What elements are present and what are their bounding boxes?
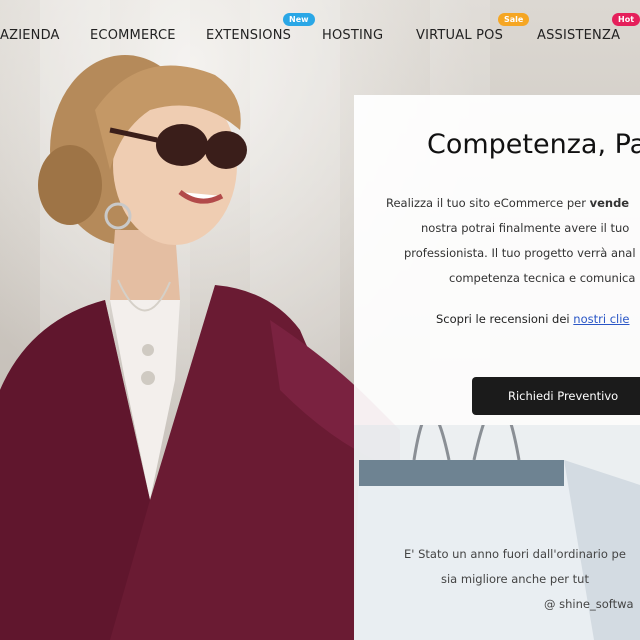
hero-description-line-4: competenza tecnica e comunica: [449, 271, 636, 285]
new-badge: New: [283, 13, 315, 26]
hero-description: Realizza il tuo sito eCommerce per vende…: [386, 191, 640, 291]
hero-content-panel: Competenza, Pa Realizza il tuo sito eCom…: [354, 95, 640, 640]
sale-badge: Sale: [498, 13, 530, 26]
testimonial-author: @ shine_softwa: [544, 597, 634, 611]
hero-headline: Competenza, Pa: [427, 129, 640, 160]
hot-badge: Hot: [612, 13, 640, 26]
hero-description-line-1: Realizza il tuo sito eCommerce per vende: [386, 191, 640, 216]
nav-item-azienda[interactable]: AZIENDA: [0, 28, 60, 43]
reviews-link[interactable]: nostri clie: [573, 312, 629, 326]
hero-description-line-1-text: Realizza il tuo sito eCommerce per: [386, 196, 590, 210]
nav-item-ecommerce[interactable]: ECOMMERCE: [90, 28, 176, 43]
request-quote-button[interactable]: Richiedi Preventivo: [472, 377, 640, 415]
nav-item-hosting[interactable]: HOSTING: [322, 28, 383, 43]
testimonial-line-2: sia migliore anche per tut: [441, 572, 589, 586]
woman-photo: [0, 55, 400, 640]
hero-description-line-2: nostra potrai finalmente avere il tuo: [421, 221, 630, 235]
nav-item-extensions[interactable]: EXTENSIONS: [206, 28, 291, 43]
nav-item-assistenza[interactable]: ASSISTENZA: [537, 28, 620, 43]
top-navigation: AZIENDA ECOMMERCE EXTENSIONS New HOSTING…: [0, 0, 640, 72]
testimonial-quote: E' Stato un anno fuori dall'ordinario pe…: [404, 542, 640, 617]
reviews-text: Scopri le recensioni dei: [436, 312, 574, 326]
hero-description-bold: vende: [589, 196, 630, 210]
nav-item-virtual-pos[interactable]: VIRTUAL POS: [416, 28, 503, 43]
hero-description-line-3: professionista. Il tuo progetto verrà an…: [404, 246, 636, 260]
reviews-line: Scopri le recensioni dei nostri clie: [436, 312, 630, 326]
testimonial-line-1: E' Stato un anno fuori dall'ordinario pe: [404, 547, 626, 561]
